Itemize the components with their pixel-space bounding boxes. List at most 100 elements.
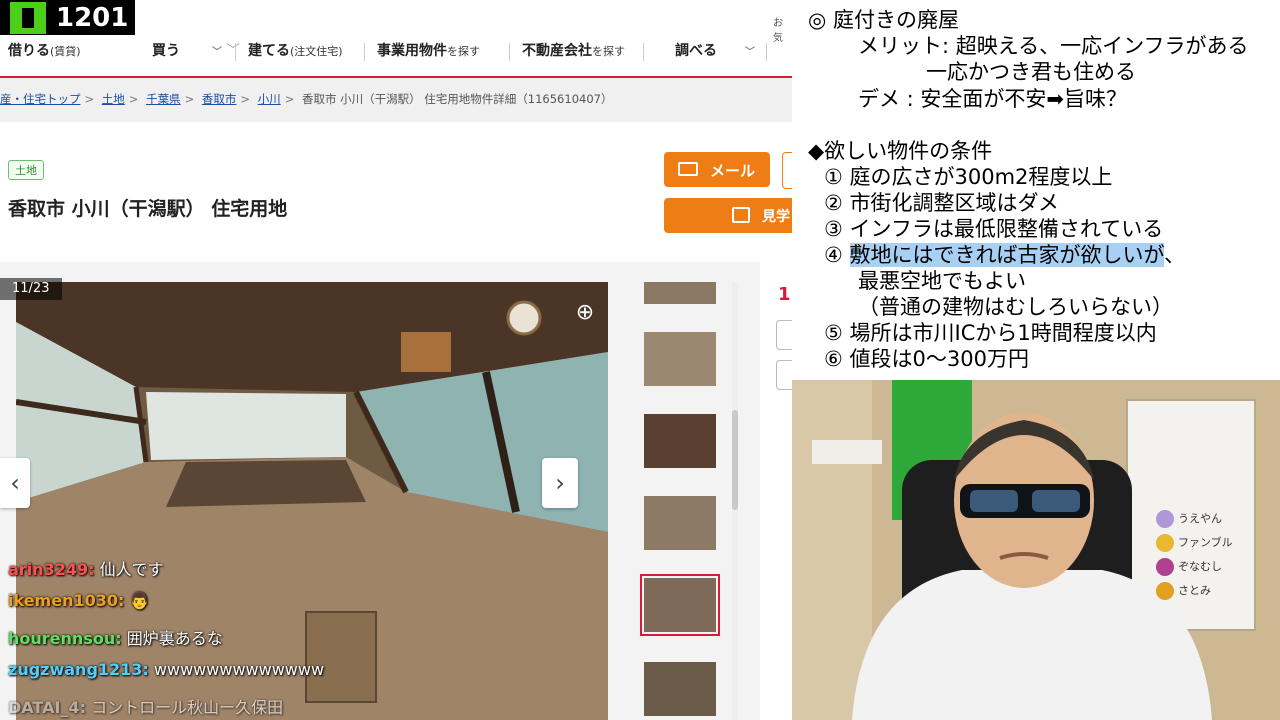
- breadcrumb-link[interactable]: 香取市: [202, 92, 237, 106]
- webcam-feed: うえやん ファンブル ぞなむし さとみ: [792, 380, 1280, 720]
- note-line: デメ : 安全面が不安➡旨味？: [858, 87, 1128, 111]
- photo-thumbnail[interactable]: [644, 332, 716, 386]
- nav-agency[interactable]: 不動産会社を探す: [522, 38, 625, 66]
- photo-thumbnail[interactable]: [644, 496, 716, 550]
- visit-reserve-button[interactable]: 見学: [664, 198, 792, 233]
- nav-build[interactable]: 建てる(注文住宅): [248, 38, 343, 66]
- note-highlight: 敷地にはできれば古家が欲しいが: [849, 243, 1165, 267]
- mail-inquiry-button[interactable]: メール: [664, 152, 770, 187]
- chat-username: hourennsou:: [8, 629, 122, 648]
- calendar-icon: [732, 207, 750, 223]
- zoom-in-icon[interactable]: ⊕: [572, 300, 598, 326]
- stream-counter-box: 1201: [0, 0, 135, 35]
- chat-text: 囲炉裏あるな: [126, 629, 223, 648]
- breadcrumb: 産・住宅トップ > 土地 > 千葉県 > 香取市 > 小川 > 香取市 小川（干潟駅） 住…: [0, 92, 613, 106]
- note-number: ④: [824, 243, 850, 267]
- nav-build-label: 建てる: [248, 43, 290, 59]
- photo-thumbnail-selected[interactable]: [640, 574, 720, 636]
- chat-text: コントロール秋山ー久保田: [91, 698, 284, 717]
- member-tag: さとみ: [1156, 582, 1211, 600]
- chat-message: ikemen1030: 👨: [8, 591, 149, 610]
- chat-text: 👨: [129, 591, 150, 610]
- note-comma: 、: [1164, 243, 1186, 267]
- nav-divider: [235, 43, 236, 61]
- photo-counter: 11/23: [0, 278, 62, 300]
- nav-buy[interactable]: 買う ﹀: [152, 38, 222, 66]
- thumbnail-scrollbar-thumb[interactable]: [732, 410, 738, 510]
- note-line: 一応かつき君も住める: [926, 60, 1136, 84]
- nav-commercial-label: 事業用物件: [377, 43, 447, 59]
- nav-commercial[interactable]: 事業用物件を探す: [377, 38, 480, 66]
- price-glimpse: 1(: [778, 284, 792, 305]
- chat-username: ikemen1030:: [8, 591, 125, 610]
- side-action-button[interactable]: [776, 320, 792, 350]
- note-condition: ⑥ 値段は0～300万円: [824, 347, 1029, 371]
- nav-rent-sub: (賃貸): [50, 45, 81, 58]
- chat-message: DATAI_4: コントロール秋山ー久保田: [8, 694, 283, 718]
- nav-divider: [509, 43, 510, 61]
- note-condition: ② 市街化調整区域はダメ: [824, 191, 1059, 215]
- nav-divider: [643, 43, 644, 61]
- photo-thumbnail[interactable]: [644, 414, 716, 468]
- note-condition-cont: （普通の建物はむしろいらない）: [858, 295, 1173, 319]
- interior-photo-illustration: [16, 282, 608, 720]
- member-tag: うえやん: [1156, 510, 1222, 528]
- chat-text: 仙人です: [99, 560, 164, 579]
- global-nav: 借りる(賃貸) 買う ﹀ 建てる(注文住宅) 事業用物件を探す 不動産会社を探す …: [0, 38, 792, 66]
- chat-text: wwwwwwwwwwwww: [153, 660, 325, 679]
- chat-username: DATAI_4:: [8, 698, 86, 717]
- phone-button[interactable]: [782, 152, 792, 189]
- property-site: 1201 お気 借りる(賃貸) 買う ﹀ 建てる(注文住宅) 事業用物件を探す 不…: [0, 0, 792, 720]
- member-tag: ファンブル: [1156, 534, 1233, 552]
- nav-rent[interactable]: 借りる(賃貸): [8, 38, 81, 66]
- chat-message: arin3249: 仙人です: [8, 556, 164, 580]
- note-line: ◎ 庭付きの廃屋: [808, 8, 959, 32]
- nav-agency-label: 不動産会社: [522, 43, 592, 59]
- member-name: うえやん: [1178, 512, 1222, 525]
- next-photo-button[interactable]: ›: [542, 458, 578, 508]
- stream-logo-icon: [10, 2, 46, 34]
- chevron-down-icon: ﹀: [212, 47, 222, 58]
- note-line: メリット: 超映える、一応インフラがある: [858, 34, 1249, 58]
- photo-thumbnail[interactable]: [644, 662, 716, 716]
- member-name: ファンブル: [1178, 536, 1233, 549]
- breadcrumb-link[interactable]: 千葉県: [146, 92, 181, 106]
- nav-commercial-sub: を探す: [447, 45, 480, 58]
- mail-button-label: メール: [710, 162, 756, 180]
- breadcrumb-link[interactable]: 小川: [258, 92, 281, 106]
- chat-message: zugzwang1213: wwwwwwwwwwwww: [8, 660, 324, 679]
- note-condition: ⑤ 場所は市川ICから1時間程度以内: [824, 321, 1157, 345]
- category-badge: 土地: [8, 160, 44, 180]
- member-name: さとみ: [1178, 584, 1211, 597]
- notes-panel: ◎ 庭付きの廃屋 メリット: 超映える、一応インフラがある 一応かつき君も住める…: [792, 0, 1280, 380]
- note-heading: ◆欲しい物件の条件: [808, 139, 993, 163]
- stream-counter: 1201: [56, 3, 129, 33]
- nav-build-sub: (注文住宅): [290, 45, 343, 58]
- mail-icon: [678, 162, 698, 176]
- photo-thumbnail[interactable]: [644, 282, 716, 304]
- nav-agency-sub: を探す: [592, 45, 625, 58]
- note-condition: ① 庭の広さが300m2程度以上: [824, 165, 1113, 189]
- note-condition: ④ 敷地にはできれば古家が欲しいが、: [824, 242, 1185, 268]
- member-tag: ぞなむし: [1156, 558, 1222, 576]
- chat-username: zugzwang1213:: [8, 660, 149, 679]
- note-condition-cont: 最悪空地でもよい: [858, 269, 1026, 293]
- chevron-down-icon: ﹀: [226, 43, 240, 59]
- member-name: ぞなむし: [1178, 560, 1222, 573]
- nav-research-label: 調べる: [675, 43, 717, 59]
- property-photo[interactable]: [16, 282, 608, 720]
- side-action-button[interactable]: [776, 360, 792, 390]
- nav-rent-label: 借りる: [8, 43, 50, 59]
- chat-message: hourennsou: 囲炉裏あるな: [8, 625, 223, 649]
- nav-research[interactable]: 調べる ﹀: [675, 38, 755, 66]
- breadcrumb-link[interactable]: 産・住宅トップ: [0, 92, 81, 106]
- note-condition: ③ インフラは最低限整備されている: [824, 217, 1164, 241]
- chat-username: arin3249:: [8, 560, 95, 579]
- chevron-down-icon: ﹀: [745, 47, 755, 58]
- nav-divider: [766, 43, 767, 61]
- prev-photo-button[interactable]: ‹: [0, 458, 30, 508]
- nav-divider: [364, 43, 365, 61]
- visit-button-label: 見学: [762, 209, 790, 225]
- breadcrumb-link[interactable]: 土地: [102, 92, 125, 106]
- nav-buy-label: 買う: [152, 43, 180, 59]
